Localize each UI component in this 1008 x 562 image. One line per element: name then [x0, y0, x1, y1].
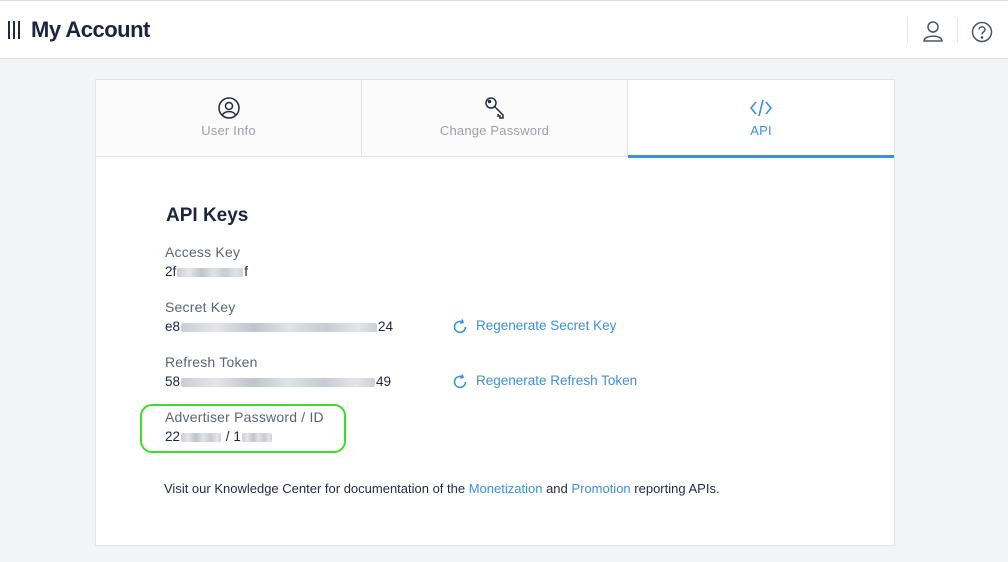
access-key-label: Access Key [165, 244, 241, 260]
regenerate-refresh-token-label: Regenerate Refresh Token [476, 373, 638, 388]
secret-key-value: e8 24 [165, 319, 393, 334]
section-title: API Keys [166, 205, 249, 226]
account-card: User Info Change Password API API Keys A… [95, 79, 895, 546]
promotion-link[interactable]: Promotion [571, 481, 630, 496]
footer-text: Visit our Knowledge Center for documenta… [164, 481, 466, 496]
regenerate-secret-key-label: Regenerate Secret Key [476, 318, 617, 333]
access-key-prefix: 2f [165, 264, 177, 279]
access-key-suffix: f [244, 264, 249, 279]
tab-label: Change Password [439, 123, 550, 138]
menu-icon[interactable] [8, 21, 22, 39]
redacted-blur [181, 322, 378, 332]
tab-label: API [750, 123, 772, 138]
tab-change-password[interactable]: Change Password [362, 80, 628, 156]
tab-user-info[interactable]: User Info [96, 80, 362, 156]
redacted-blur [181, 432, 222, 442]
code-icon [749, 96, 773, 120]
secret-key-suffix: 24 [378, 319, 394, 334]
refresh-token-label: Refresh Token [165, 354, 258, 370]
footer-text: reporting APIs. [634, 481, 720, 496]
refresh-token-prefix: 58 [165, 374, 181, 389]
redacted-blur [181, 377, 376, 387]
user-icon[interactable] [921, 19, 945, 43]
top-bar: My Account [0, 0, 1008, 59]
refresh-icon [453, 319, 467, 334]
refresh-token-suffix: 49 [376, 374, 392, 389]
monetization-link[interactable]: Monetization [469, 481, 543, 496]
user-circle-icon [217, 96, 241, 120]
separator: / [225, 429, 230, 444]
advertiser-id-prefix: 1 [233, 429, 241, 444]
access-key-value: 2f f [165, 264, 248, 279]
help-icon[interactable] [971, 21, 995, 45]
key-icon [483, 96, 507, 120]
divider [957, 17, 958, 43]
page-title: My Account [31, 17, 150, 42]
refresh-token-value: 58 49 [165, 374, 391, 389]
secret-key-label: Secret Key [165, 299, 236, 315]
divider [907, 17, 908, 43]
advertiser-value: 22 / 1 [165, 429, 273, 444]
secret-key-prefix: e8 [165, 319, 181, 334]
tab-bar: User Info Change Password API [96, 80, 894, 158]
tab-label: User Info [201, 123, 256, 138]
footer-text: and [546, 481, 568, 496]
tab-api[interactable]: API [628, 80, 894, 158]
advertiser-label: Advertiser Password / ID [165, 409, 324, 425]
redacted-blur [241, 432, 272, 442]
advertiser-password-prefix: 22 [165, 429, 181, 444]
redacted-blur [177, 267, 244, 277]
refresh-icon [453, 374, 467, 389]
footer-note: Visit our Knowledge Center for documenta… [164, 481, 720, 496]
